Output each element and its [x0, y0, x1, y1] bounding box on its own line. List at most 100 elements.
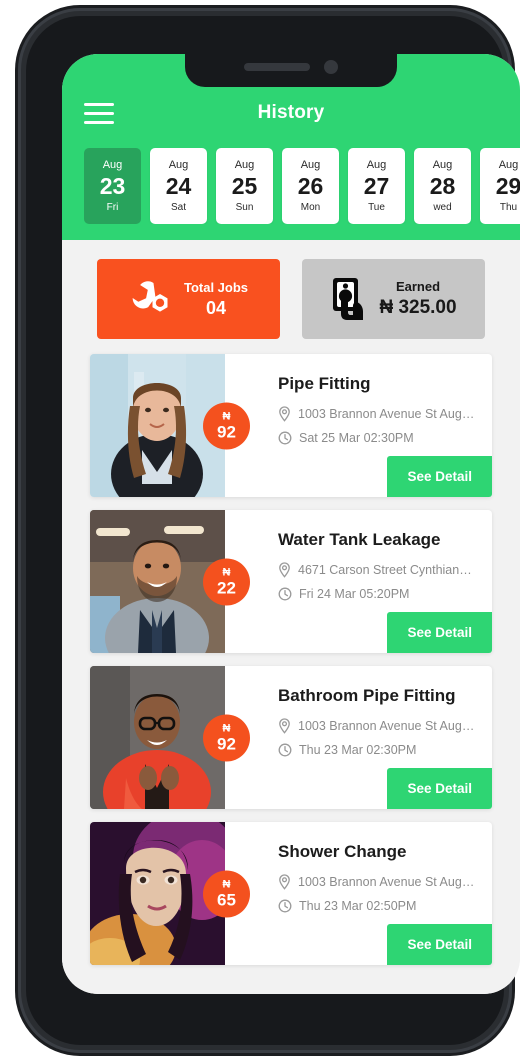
job-title: Bathroom Pipe Fitting	[278, 686, 456, 705]
clock-icon	[278, 899, 292, 913]
date-selector-strip[interactable]: Aug 23 Fri Aug 24 Sat Aug 25 Sun Aug 26 …	[62, 130, 520, 224]
job-datetime-row: Thu 23 Mar 02:30PM	[278, 743, 478, 757]
job-datetime: Thu 23 Mar 02:50PM	[299, 899, 417, 913]
wrench-nut-icon	[129, 280, 175, 318]
date-day: 26	[297, 173, 324, 200]
price-amount: 92	[217, 734, 236, 753]
speaker-grille-icon	[244, 62, 310, 71]
header-bar: History	[62, 96, 520, 130]
job-address: 1003 Brannon Avenue St Augustine...	[298, 875, 478, 889]
job-title: Water Tank Leakage	[278, 530, 441, 549]
total-jobs-card[interactable]: Total Jobs 04	[97, 259, 280, 339]
earned-card[interactable]: Earned ₦ 325.00	[302, 259, 485, 339]
hamburger-menu-icon[interactable]	[84, 102, 114, 124]
date-day: 25	[231, 173, 258, 200]
price-badge: ₦ 92	[203, 402, 250, 449]
date-weekday: Sat	[170, 201, 186, 213]
hamburger-line	[84, 102, 114, 106]
job-address-row: 1003 Brannon Avenue St Augustine...	[278, 406, 478, 422]
location-pin-icon	[278, 562, 291, 578]
phone-notch	[185, 54, 397, 87]
price-currency: ₦	[222, 722, 231, 734]
job-datetime: Thu 23 Mar 02:30PM	[299, 743, 417, 757]
phone-screen: History Aug 23 Fri Aug 24 Sat Aug 25 Sun…	[62, 54, 520, 994]
date-month: Aug	[432, 159, 453, 172]
job-datetime-row: Sat 25 Mar 02:30PM	[278, 431, 478, 445]
job-card[interactable]: ₦ 22 Water Tank Leakage 4671 Carson Stre…	[90, 510, 492, 653]
location-pin-icon	[278, 718, 291, 734]
price-currency: ₦	[222, 566, 231, 578]
job-address: 4671 Carson Street Cynthiana, KY 4...	[298, 563, 478, 577]
date-tile-6[interactable]: Aug 29 Thu	[480, 148, 520, 224]
date-month: Aug	[102, 159, 123, 172]
date-month: Aug	[498, 159, 519, 172]
job-address: 1003 Brannon Avenue St Augustine...	[298, 719, 478, 733]
total-jobs-text: Total Jobs 04	[184, 280, 248, 319]
job-title: Pipe Fitting	[278, 374, 371, 393]
date-tile-1[interactable]: Aug 24 Sat	[150, 148, 207, 224]
hand-money-icon	[330, 276, 370, 322]
job-datetime: Sat 25 Mar 02:30PM	[299, 431, 414, 445]
date-tile-5[interactable]: Aug 28 wed	[414, 148, 471, 224]
job-info: Shower Change 1003 Brannon Avenue St Aug…	[225, 822, 492, 965]
job-card[interactable]: ₦ 92 Bathroom Pipe Fitting 1003 Brannon …	[90, 666, 492, 809]
date-day: 27	[363, 173, 390, 200]
price-amount: 22	[217, 578, 236, 597]
price-amount: 92	[217, 422, 236, 441]
job-datetime-row: Fri 24 Mar 05:20PM	[278, 587, 478, 601]
job-address: 1003 Brannon Avenue St Augustine...	[298, 407, 478, 421]
phone-frame-inner: History Aug 23 Fri Aug 24 Sat Aug 25 Sun…	[26, 16, 520, 1045]
clock-icon	[278, 431, 292, 445]
front-camera-icon	[324, 59, 338, 74]
date-tile-4[interactable]: Aug 27 Tue	[348, 148, 405, 224]
location-pin-icon	[278, 874, 291, 890]
main-content: Total Jobs 04 Earned ₦ 325.00 ₦ 92 Pipe …	[62, 240, 520, 994]
date-day: 23	[99, 173, 126, 200]
earned-text: Earned ₦ 325.00	[379, 279, 456, 319]
clock-icon	[278, 743, 292, 757]
price-badge: ₦ 22	[203, 558, 250, 605]
date-day: 29	[495, 173, 520, 200]
job-card[interactable]: ₦ 92 Pipe Fitting 1003 Brannon Avenue St…	[90, 354, 492, 497]
job-info: Pipe Fitting 1003 Brannon Avenue St Augu…	[225, 354, 492, 497]
job-datetime-row: Thu 23 Mar 02:50PM	[278, 899, 478, 913]
price-currency: ₦	[222, 878, 231, 890]
date-weekday: Tue	[368, 201, 385, 213]
job-address-row: 1003 Brannon Avenue St Augustine...	[278, 874, 478, 890]
date-tile-3[interactable]: Aug 26 Mon	[282, 148, 339, 224]
date-weekday: Mon	[300, 201, 321, 213]
job-history-list: ₦ 92 Pipe Fitting 1003 Brannon Avenue St…	[62, 339, 520, 965]
job-address-row: 1003 Brannon Avenue St Augustine...	[278, 718, 478, 734]
job-info: Water Tank Leakage 4671 Carson Street Cy…	[225, 510, 492, 653]
date-month: Aug	[168, 159, 189, 172]
date-tile-0[interactable]: Aug 23 Fri	[84, 148, 141, 224]
job-datetime: Fri 24 Mar 05:20PM	[299, 587, 410, 601]
clock-icon	[278, 587, 292, 601]
date-month: Aug	[366, 159, 387, 172]
stats-row: Total Jobs 04 Earned ₦ 325.00	[62, 259, 520, 339]
job-address-row: 4671 Carson Street Cynthiana, KY 4...	[278, 562, 478, 578]
see-detail-button[interactable]: See Detail	[387, 924, 492, 965]
date-day: 24	[165, 173, 192, 200]
date-weekday: Sun	[235, 201, 254, 213]
price-badge: ₦ 92	[203, 714, 250, 761]
location-pin-icon	[278, 406, 291, 422]
see-detail-button[interactable]: See Detail	[387, 612, 492, 653]
job-info: Bathroom Pipe Fitting 1003 Brannon Avenu…	[225, 666, 492, 809]
date-weekday: Fri	[106, 201, 119, 213]
see-detail-button[interactable]: See Detail	[387, 768, 492, 809]
earned-value: ₦ 325.00	[379, 297, 457, 318]
see-detail-button[interactable]: See Detail	[387, 456, 492, 497]
job-title: Shower Change	[278, 842, 407, 861]
date-tile-2[interactable]: Aug 25 Sun	[216, 148, 273, 224]
date-month: Aug	[234, 159, 255, 172]
earned-label: Earned	[395, 279, 441, 294]
price-badge: ₦ 65	[203, 870, 250, 917]
price-currency: ₦	[222, 410, 231, 422]
date-day: 28	[429, 173, 456, 200]
page-title: History	[257, 102, 325, 123]
date-weekday: wed	[433, 201, 452, 213]
date-month: Aug	[300, 159, 321, 172]
job-card[interactable]: ₦ 65 Shower Change 1003 Brannon Avenue S…	[90, 822, 492, 965]
date-weekday: Thu	[499, 201, 518, 213]
